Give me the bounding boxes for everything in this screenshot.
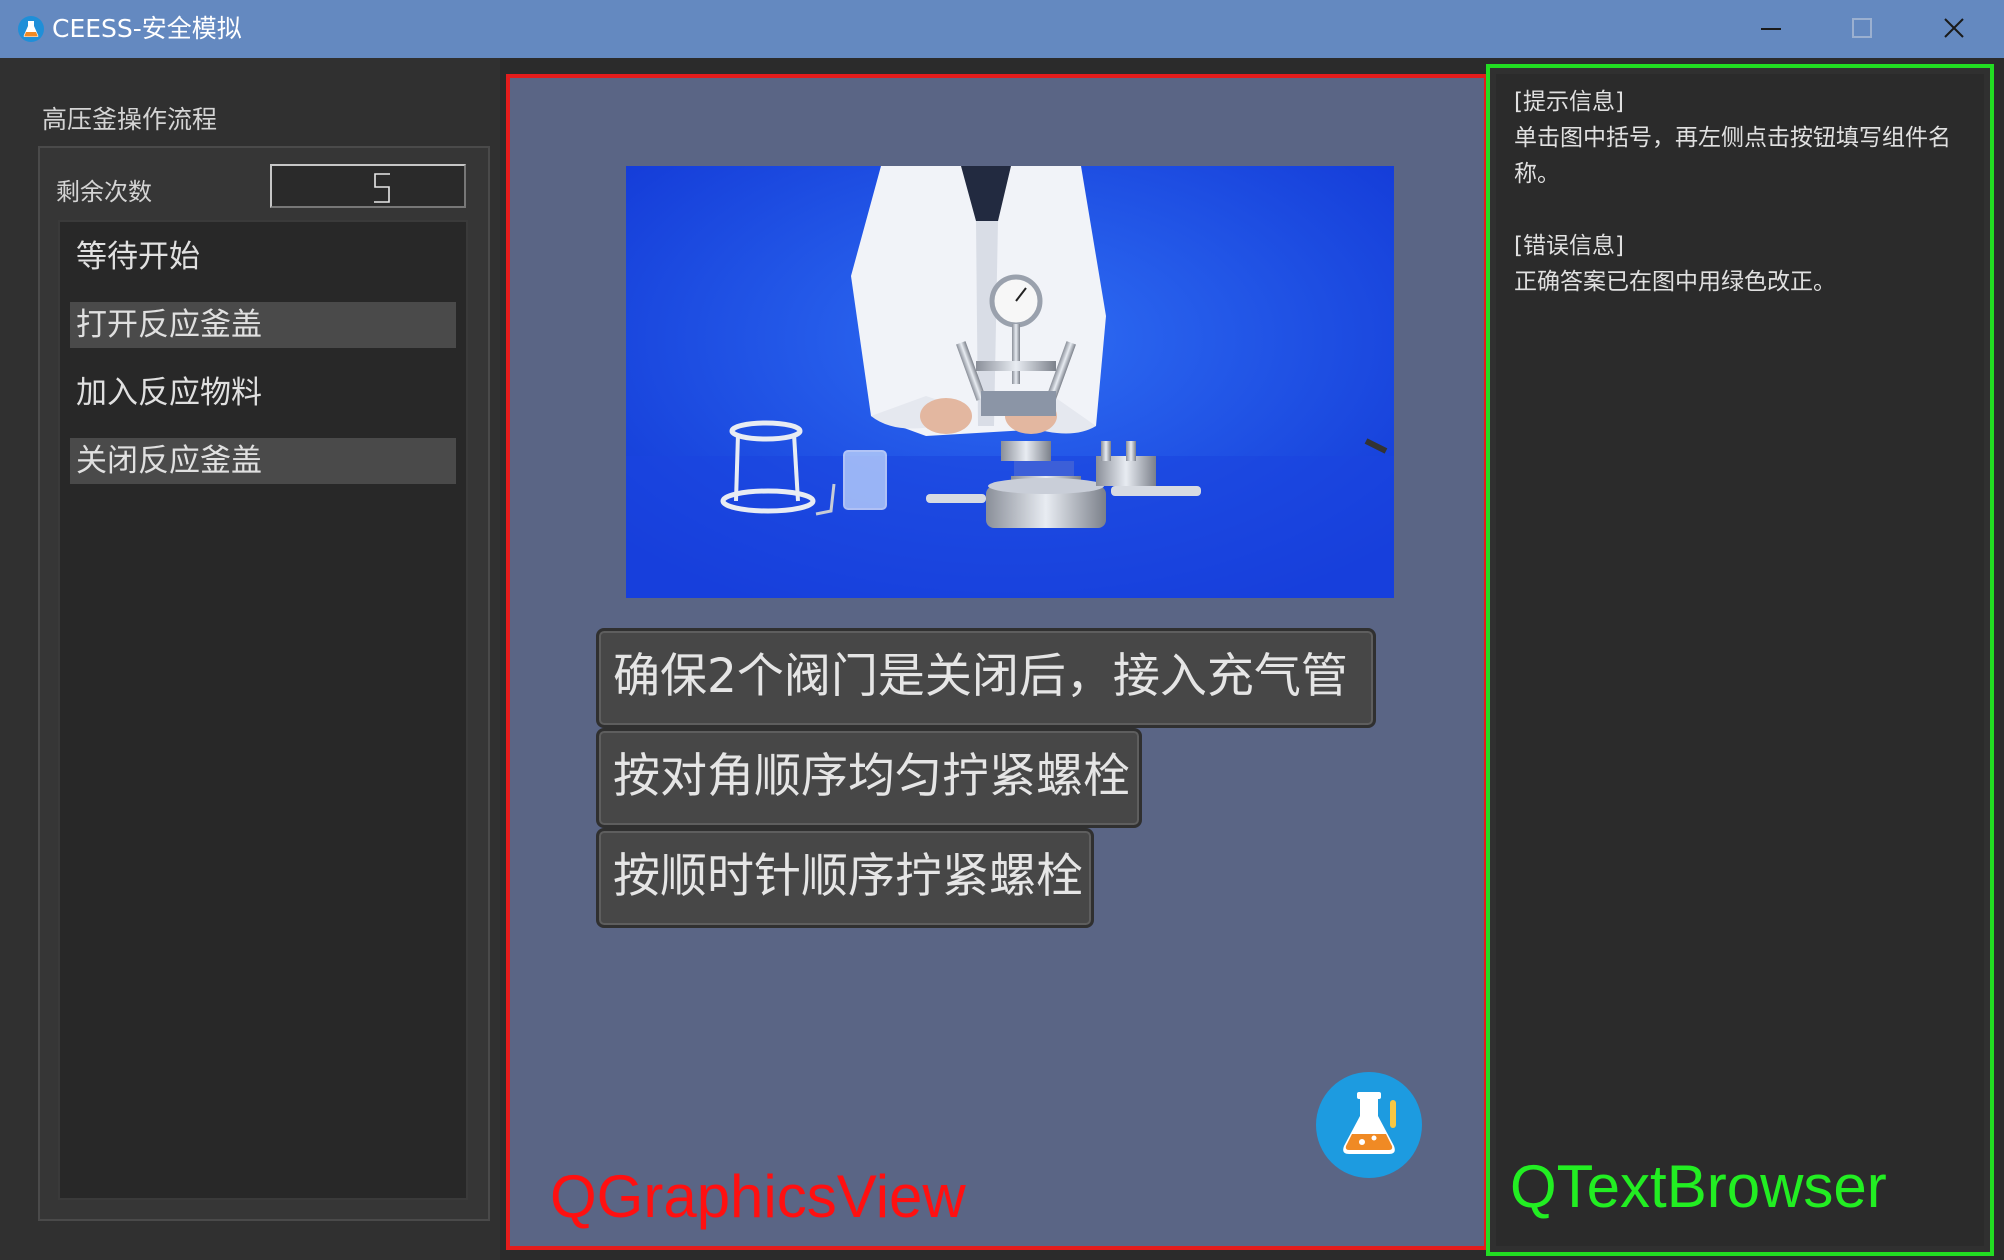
close-icon	[1944, 18, 1964, 38]
reactor-video[interactable]	[626, 166, 1394, 598]
close-button[interactable]	[1908, 0, 2000, 58]
step-list[interactable]: 等待开始 打开反应釜盖 加入反应物料 关闭反应釜盖	[58, 220, 468, 1200]
hint-text: 单击图中括号，再左侧点击按钮填写组件名称。	[1514, 125, 1951, 187]
process-panel: 高压釜操作流程 剩余次数 等待开始 打开反应釜盖 加入反应物料 关闭反应釜盖	[0, 58, 500, 1260]
answer-button[interactable]: 按顺时针顺序拧紧螺栓	[596, 828, 1094, 928]
text-browser-annotation: QTextBrowser	[1510, 1153, 1887, 1220]
flask-logo-icon	[1316, 1072, 1422, 1178]
window-title: CEESS-安全模拟	[52, 14, 242, 43]
group-title: 高压釜操作流程	[42, 105, 218, 134]
main-area: 高压釜操作流程 剩余次数 等待开始 打开反应釜盖 加入反应物料 关闭反应釜盖 确…	[0, 58, 2004, 1260]
step-item[interactable]: 关闭反应釜盖	[70, 438, 456, 484]
error-heading: [错误信息]	[1514, 233, 1624, 259]
graphics-scene: 确保2个阀门是关闭后，接入充气管 按对角顺序均匀拧紧螺栓 按顺时针顺序拧紧螺栓 …	[520, 84, 1480, 1244]
lcd-digit	[374, 173, 390, 203]
step-item[interactable]: 打开反应釜盖	[70, 302, 456, 348]
graphics-view[interactable]: 确保2个阀门是关闭后，接入充气管 按对角顺序均匀拧紧螺栓 按顺时针顺序拧紧螺栓 …	[506, 74, 1488, 1250]
answer-button[interactable]: 确保2个阀门是关闭后，接入充气管	[596, 628, 1376, 728]
flask-icon	[18, 16, 44, 42]
step-item[interactable]: 加入反应物料	[70, 370, 456, 416]
title-bar: CEESS-安全模拟	[0, 0, 2004, 58]
minimize-icon	[1761, 28, 1781, 30]
step-item[interactable]: 等待开始	[70, 234, 456, 280]
remaining-count-label: 剩余次数	[56, 178, 152, 206]
hint-heading: [提示信息]	[1514, 89, 1624, 115]
text-browser-content: [提示信息] 单击图中括号，再左侧点击按钮填写组件名称。 [错误信息] 正确答案…	[1496, 74, 1984, 1246]
error-block: [错误信息] 正确答案已在图中用绿色改正。	[1514, 228, 1974, 300]
maximize-icon	[1852, 18, 1872, 38]
hint-block: [提示信息] 单击图中括号，再左侧点击按钮填写组件名称。	[1514, 84, 1974, 192]
maximize-button[interactable]	[1816, 0, 1908, 58]
remaining-count-lcd	[270, 164, 466, 208]
answer-button[interactable]: 按对角顺序均匀拧紧螺栓	[596, 728, 1142, 828]
minimize-button[interactable]	[1725, 0, 1817, 58]
graphics-view-annotation: QGraphicsView	[550, 1163, 966, 1230]
error-text: 正确答案已在图中用绿色改正。	[1514, 269, 1836, 295]
text-browser[interactable]: [提示信息] 单击图中括号，再左侧点击按钮填写组件名称。 [错误信息] 正确答案…	[1486, 64, 1994, 1256]
